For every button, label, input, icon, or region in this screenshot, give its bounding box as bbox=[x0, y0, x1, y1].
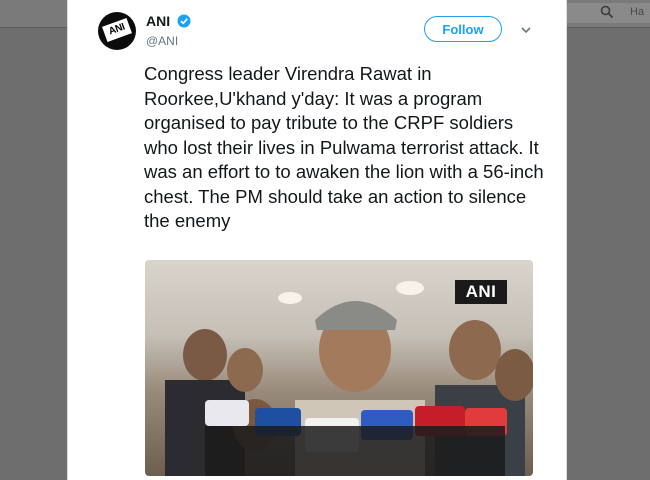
follow-button[interactable]: Follow bbox=[424, 16, 502, 42]
search-icon[interactable] bbox=[600, 5, 614, 19]
media-watermark: ANI bbox=[455, 280, 507, 304]
tweet-text: Congress leader Virendra Rawat in Roorke… bbox=[144, 63, 544, 231]
chevron-down-icon[interactable] bbox=[520, 24, 532, 36]
author-handle[interactable]: @ANI bbox=[146, 34, 178, 48]
tweet-media-video[interactable]: ANI bbox=[145, 260, 533, 476]
avatar-logo: ANI bbox=[102, 18, 132, 42]
topbar-hint: Ha bbox=[630, 6, 645, 18]
author-name[interactable]: ANI bbox=[146, 13, 170, 29]
verified-icon bbox=[177, 14, 191, 28]
avatar[interactable]: ANI bbox=[98, 12, 136, 50]
tweet-card: ANI ANI @ANI Follow Congress leader Vire… bbox=[67, 0, 567, 480]
